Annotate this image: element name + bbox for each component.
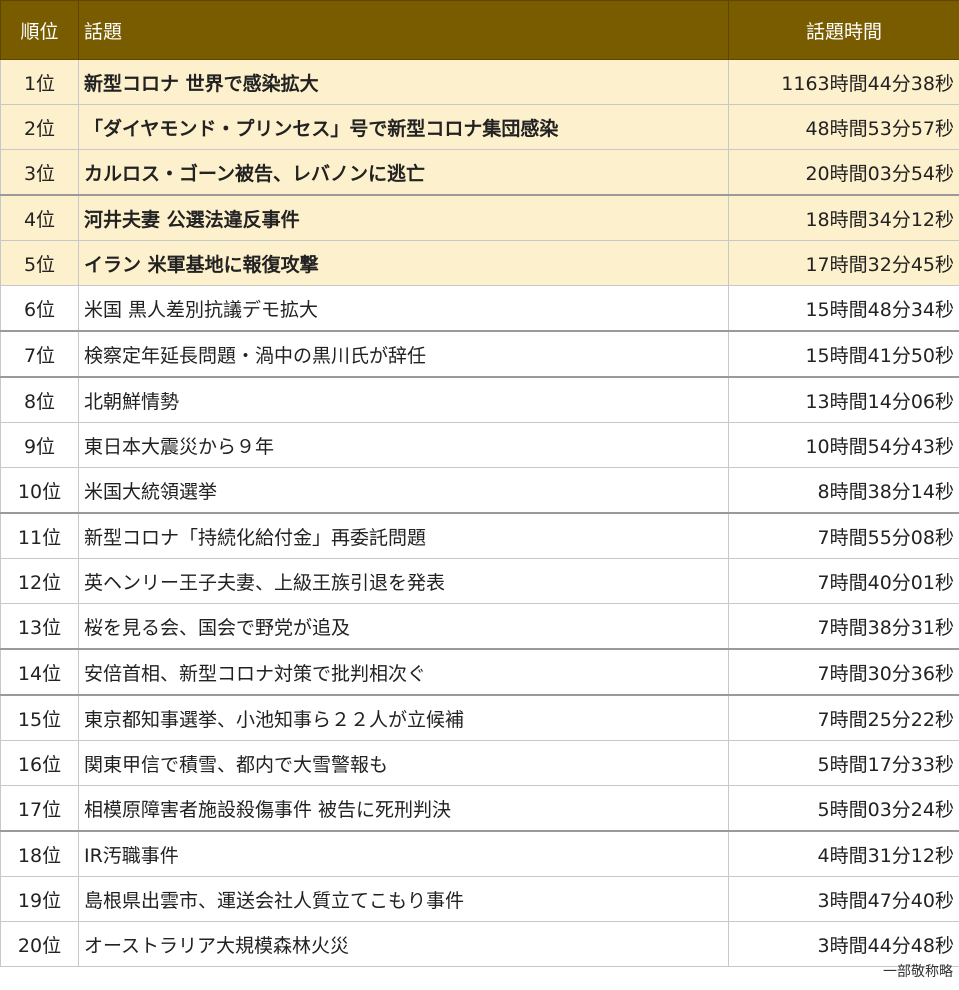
- table-header: 順位 話題 話題時間: [0, 0, 959, 60]
- rank-cell: 10位: [0, 467, 79, 514]
- time-cell: 7時間40分01秒: [728, 558, 959, 604]
- topic-cell: 関東甲信で積雪、都内で大雪警報も: [78, 740, 729, 786]
- time-cell: 18時間34分12秒: [728, 194, 959, 241]
- table-row: 4位 河井夫妻 公選法違反事件 18時間34分12秒: [0, 194, 959, 241]
- rank-cell: 13位: [0, 603, 79, 650]
- topic-cell: 新型コロナ 世界で感染拡大: [78, 59, 729, 105]
- topic-cell: 検察定年延長問題・渦中の黒川氏が辞任: [78, 330, 729, 378]
- topic-cell: 英ヘンリー王子夫妻、上級王族引退を発表: [78, 558, 729, 604]
- topic-cell: イラン 米軍基地に報復攻撃: [78, 240, 729, 286]
- time-cell: 5時間17分33秒: [728, 740, 959, 786]
- table-row: 2位 「ダイヤモンド・プリンセス」号で新型コロナ集団感染 48時間53分57秒: [0, 104, 959, 150]
- rank-cell: 9位: [0, 422, 79, 468]
- rank-cell: 2位: [0, 104, 79, 150]
- table-row: 13位 桜を見る会、国会で野党が追及 7時間38分31秒: [0, 603, 959, 650]
- time-cell: 7時間38分31秒: [728, 603, 959, 650]
- topic-cell: 「ダイヤモンド・プリンセス」号で新型コロナ集団感染: [78, 104, 729, 150]
- time-cell: 5時間03分24秒: [728, 785, 959, 832]
- table-row: 14位 安倍首相、新型コロナ対策で批判相次ぐ 7時間30分36秒: [0, 648, 959, 696]
- time-cell: 15時間48分34秒: [728, 285, 959, 332]
- time-cell: 13時間14分06秒: [728, 376, 959, 423]
- table-row: 10位 米国大統領選挙 8時間38分14秒: [0, 467, 959, 514]
- table-row: 18位 IR汚職事件 4時間31分12秒: [0, 830, 959, 877]
- time-cell: 15時間41分50秒: [728, 330, 959, 378]
- rank-cell: 3位: [0, 149, 79, 196]
- rank-cell: 7位: [0, 330, 79, 378]
- table-row: 20位 オーストラリア大規模森林火災 3時間44分48秒: [0, 921, 959, 967]
- time-cell: 1163時間44分38秒: [728, 59, 959, 105]
- time-cell: 17時間32分45秒: [728, 240, 959, 286]
- rank-cell: 1位: [0, 59, 79, 105]
- rank-cell: 11位: [0, 512, 79, 559]
- rank-cell: 12位: [0, 558, 79, 604]
- topic-cell: 安倍首相、新型コロナ対策で批判相次ぐ: [78, 648, 729, 696]
- topic-cell: 北朝鮮情勢: [78, 376, 729, 423]
- rank-cell: 17位: [0, 785, 79, 832]
- topic-cell: 桜を見る会、国会で野党が追及: [78, 603, 729, 650]
- rank-cell: 16位: [0, 740, 79, 786]
- topic-cell: 米国 黒人差別抗議デモ拡大: [78, 285, 729, 332]
- table-row: 11位 新型コロナ「持続化給付金」再委託問題 7時間55分08秒: [0, 512, 959, 559]
- table-row: 1位 新型コロナ 世界で感染拡大 1163時間44分38秒: [0, 59, 959, 105]
- header-time: 話題時間: [728, 0, 959, 60]
- table-row: 6位 米国 黒人差別抗議デモ拡大 15時間48分34秒: [0, 285, 959, 332]
- topic-cell: 東日本大震災から９年: [78, 422, 729, 468]
- time-cell: 3時間47分40秒: [728, 876, 959, 922]
- topic-cell: カルロス・ゴーン被告、レバノンに逃亡: [78, 149, 729, 196]
- rank-cell: 5位: [0, 240, 79, 286]
- rank-cell: 6位: [0, 285, 79, 332]
- topic-cell: 相模原障害者施設殺傷事件 被告に死刑判決: [78, 785, 729, 832]
- table-row: 17位 相模原障害者施設殺傷事件 被告に死刑判決 5時間03分24秒: [0, 785, 959, 832]
- rank-cell: 4位: [0, 194, 79, 241]
- rank-cell: 8位: [0, 376, 79, 423]
- time-cell: 4時間31分12秒: [728, 830, 959, 877]
- topic-cell: オーストラリア大規模森林火災: [78, 921, 729, 967]
- header-topic: 話題: [78, 0, 729, 60]
- table-row: 5位 イラン 米軍基地に報復攻撃 17時間32分45秒: [0, 240, 959, 286]
- table-row: 7位 検察定年延長問題・渦中の黒川氏が辞任 15時間41分50秒: [0, 330, 959, 378]
- table-row: 15位 東京都知事選挙、小池知事ら２２人が立候補 7時間25分22秒: [0, 694, 959, 741]
- topic-cell: 河井夫妻 公選法違反事件: [78, 194, 729, 241]
- table-body: 1位 新型コロナ 世界で感染拡大 1163時間44分38秒 2位 「ダイヤモンド・プリ…: [0, 59, 959, 967]
- rank-cell: 14位: [0, 648, 79, 696]
- time-cell: 8時間38分14秒: [728, 467, 959, 514]
- rank-cell: 20位: [0, 921, 79, 967]
- rank-cell: 15位: [0, 694, 79, 741]
- topic-cell: 新型コロナ「持続化給付金」再委託問題: [78, 512, 729, 559]
- time-cell: 20時間03分54秒: [728, 149, 959, 196]
- time-cell: 3時間44分48秒: [728, 921, 959, 967]
- topic-cell: IR汚職事件: [78, 830, 729, 877]
- topic-cell: 東京都知事選挙、小池知事ら２２人が立候補: [78, 694, 729, 741]
- table-row: 19位 島根県出雲市、運送会社人質立てこもり事件 3時間47分40秒: [0, 876, 959, 922]
- rank-cell: 18位: [0, 830, 79, 877]
- time-cell: 7時間55分08秒: [728, 512, 959, 559]
- time-cell: 7時間25分22秒: [728, 694, 959, 741]
- topic-cell: 米国大統領選挙: [78, 467, 729, 514]
- table-row: 9位 東日本大震災から９年 10時間54分43秒: [0, 422, 959, 468]
- table-row: 8位 北朝鮮情勢 13時間14分06秒: [0, 376, 959, 423]
- header-rank: 順位: [0, 0, 79, 60]
- footnote: 一部敬称略: [883, 964, 953, 980]
- rank-cell: 19位: [0, 876, 79, 922]
- topic-cell: 島根県出雲市、運送会社人質立てこもり事件: [78, 876, 729, 922]
- time-cell: 48時間53分57秒: [728, 104, 959, 150]
- table-row: 3位 カルロス・ゴーン被告、レバノンに逃亡 20時間03分54秒: [0, 149, 959, 196]
- time-cell: 7時間30分36秒: [728, 648, 959, 696]
- table-row: 12位 英ヘンリー王子夫妻、上級王族引退を発表 7時間40分01秒: [0, 558, 959, 604]
- ranking-table: 順位 話題 話題時間 1位 新型コロナ 世界で感染拡大 1163時間44分38秒 2…: [0, 0, 959, 967]
- header-row: 順位 話題 話題時間: [0, 0, 959, 60]
- table-row: 16位 関東甲信で積雪、都内で大雪警報も 5時間17分33秒: [0, 740, 959, 786]
- time-cell: 10時間54分43秒: [728, 422, 959, 468]
